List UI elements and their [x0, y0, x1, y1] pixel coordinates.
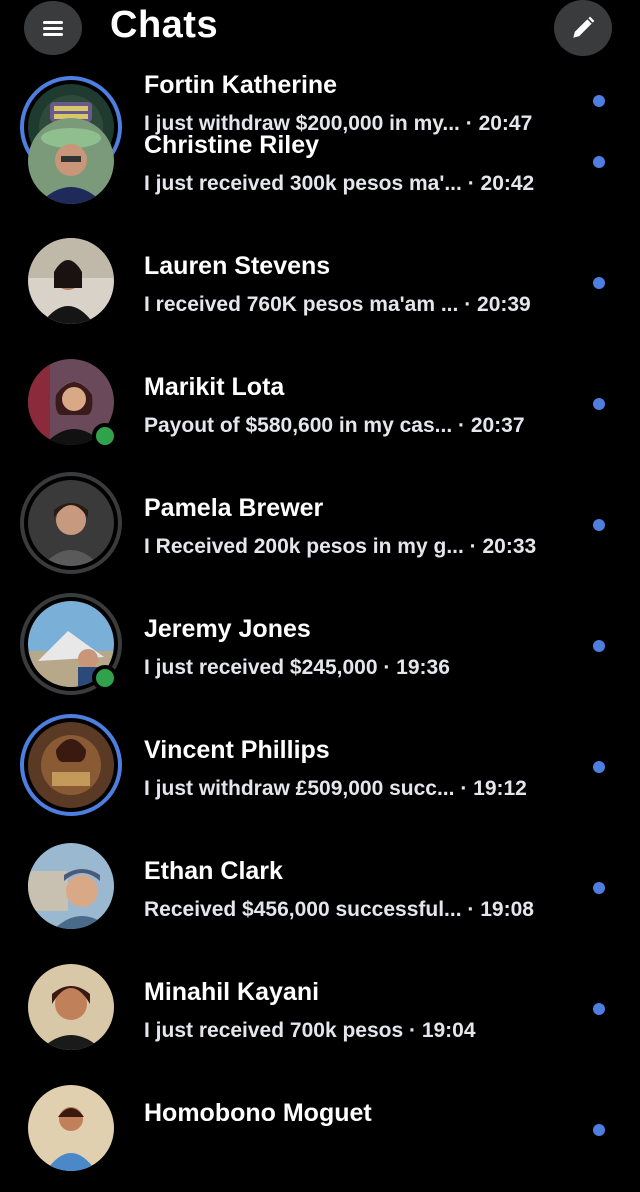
unread-dot: [593, 156, 605, 168]
unread-dot: [593, 761, 605, 773]
message-text: I just received 700k pesos: [144, 1019, 404, 1042]
message-time: · 19:08: [467, 898, 534, 921]
avatar: [24, 960, 118, 1054]
avatar: [24, 234, 118, 328]
message-preview: I just withdraw £509,000 succ... · 19:12: [144, 777, 527, 801]
unread-dot: [593, 398, 605, 410]
message-time: · 20:37: [458, 414, 525, 437]
contact-name: Fortin Katherine: [144, 71, 338, 99]
message-preview: Received $456,000 successful... · 19:08: [144, 898, 534, 922]
contact-name: Lauren Stevens: [144, 252, 331, 280]
message-preview: I just received $245,000 · 19:36: [144, 656, 450, 680]
unread-dot: [593, 277, 605, 289]
online-indicator: [92, 423, 118, 449]
avatar: [24, 839, 118, 933]
page-title: Chats: [110, 4, 219, 46]
message-time: · 20:33: [469, 535, 537, 558]
message-time: · 19:12: [460, 777, 527, 800]
avatar: [24, 114, 118, 208]
contact-name: Homobono Moguet: [144, 1099, 372, 1127]
contact-name: Jeremy Jones: [144, 615, 311, 643]
unread-dot: [593, 882, 605, 894]
message-text: I just withdraw £509,000 succ...: [144, 777, 455, 800]
message-text: Received $456,000 successful...: [144, 898, 462, 921]
contact-name: Ethan Clark: [144, 857, 283, 885]
contact-name: Vincent Phillips: [144, 736, 330, 764]
message-preview: Payout of $580,600 in my cas... · 20:37: [144, 414, 525, 438]
message-time: · 20:42: [467, 172, 535, 195]
avatar: [24, 476, 118, 570]
message-preview: I just received 300k pesos ma'... · 20:4…: [144, 172, 534, 196]
message-time: · 20:39: [464, 293, 531, 316]
unread-dot: [593, 519, 605, 531]
unread-dot: [593, 1003, 605, 1015]
message-preview: I just received 700k pesos · 19:04: [144, 1019, 476, 1043]
message-text: I just received 300k pesos ma'...: [144, 172, 462, 195]
contact-name: Christine Riley: [144, 131, 320, 159]
unread-dot: [593, 640, 605, 652]
avatar: [24, 718, 118, 812]
avatar: [24, 1081, 118, 1175]
message-text: I received 760K pesos ma'am ...: [144, 293, 459, 316]
message-time: · 20:47: [465, 112, 533, 135]
top-bar: Chats: [0, 0, 640, 60]
contact-name: Marikit Lota: [144, 373, 285, 401]
message-preview: I Received 200k pesos in my g... · 20:33: [144, 535, 536, 559]
contact-name: Minahil Kayani: [144, 978, 320, 1006]
pencil-icon: [573, 16, 595, 38]
message-time: · 19:04: [409, 1019, 476, 1042]
compose-button[interactable]: [554, 0, 612, 56]
message-time: · 19:36: [383, 656, 450, 679]
menu-button[interactable]: [24, 1, 82, 55]
hamburger-icon: [43, 18, 63, 39]
unread-dot: [593, 1124, 605, 1136]
message-text: I Received 200k pesos in my g...: [144, 535, 464, 558]
contact-name: Pamela Brewer: [144, 494, 324, 522]
online-indicator: [92, 665, 118, 691]
message-text: Payout of $580,600 in my cas...: [144, 414, 453, 437]
message-preview: I received 760K pesos ma'am ... · 20:39: [144, 293, 531, 317]
message-text: I just received $245,000: [144, 656, 378, 679]
unread-dot: [593, 95, 605, 107]
